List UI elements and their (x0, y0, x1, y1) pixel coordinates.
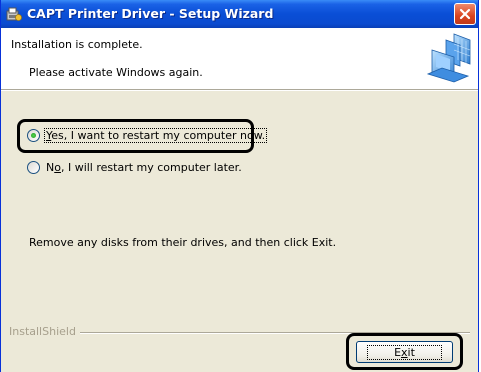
title-bar[interactable]: CAPT Printer Driver - Setup Wizard (1, 0, 478, 28)
wizard-header: Installation is complete. Please activat… (1, 28, 478, 89)
exit-button-label: Exit (367, 344, 442, 360)
radio-restart-now-label: Yes, I want to restart my computer now. (44, 128, 268, 143)
radio-button-unselected[interactable] (27, 161, 40, 174)
close-button[interactable] (454, 3, 476, 25)
radio-restart-now[interactable]: Yes, I want to restart my computer now. (27, 128, 268, 143)
radio-button-selected[interactable] (27, 129, 40, 142)
setup-icon (6, 7, 22, 21)
computer-art (426, 33, 471, 83)
instruction-text: Remove any disks from their drives, and … (29, 236, 337, 249)
window-title: CAPT Printer Driver - Setup Wizard (27, 6, 274, 21)
exit-button[interactable]: Exit (356, 341, 453, 363)
radio-restart-later-label: No, I will restart my computer later. (46, 161, 242, 174)
header-subtitle: Please activate Windows again. (29, 66, 203, 79)
setup-wizard-window: CAPT Printer Driver - Setup Wizard Insta… (0, 0, 479, 372)
close-icon (459, 8, 471, 20)
radio-restart-later[interactable]: No, I will restart my computer later. (27, 161, 242, 174)
brand-label: InstallShield (9, 325, 80, 338)
header-title: Installation is complete. (11, 38, 143, 51)
